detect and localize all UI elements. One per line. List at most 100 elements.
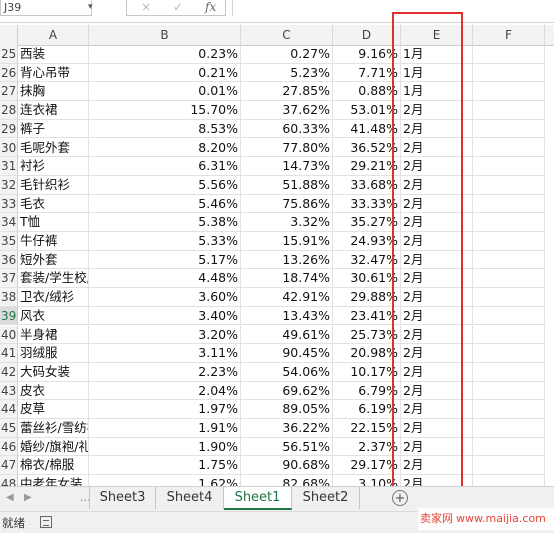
cell-d[interactable]: 33.33% (333, 194, 401, 214)
cell-d[interactable]: 24.93% (333, 232, 401, 251)
row-header[interactable]: 42 (0, 362, 18, 382)
cell-c[interactable]: 37.62% (241, 101, 333, 120)
fx-icon[interactable]: fx (205, 0, 216, 15)
column-header-e[interactable]: E (401, 25, 473, 45)
cell-a[interactable]: 婚纱/旗袍/礼服 (18, 437, 89, 457)
column-header-b[interactable]: B (89, 25, 241, 45)
cell-a[interactable]: 牛仔裤 (18, 232, 89, 251)
cell-d[interactable]: 32.47% (333, 250, 401, 270)
cell-f[interactable] (473, 269, 545, 289)
cell-f[interactable] (473, 45, 545, 64)
cell-c[interactable]: 75.86% (241, 194, 333, 214)
cell-a[interactable]: T恤 (18, 213, 89, 232)
cell-b[interactable]: 5.33% (89, 232, 241, 251)
cell-c[interactable]: 54.06% (241, 362, 333, 382)
cell-c[interactable]: 27.85% (241, 82, 333, 102)
cell-d[interactable]: 23.41% (333, 306, 401, 326)
cell-a[interactable]: 套装/学生校服 (18, 269, 89, 289)
cell-c[interactable]: 69.62% (241, 381, 333, 401)
enter-icon[interactable]: ✓ (173, 0, 183, 15)
cell-b[interactable]: 2.04% (89, 381, 241, 401)
cell-c[interactable]: 77.80% (241, 138, 333, 158)
cell-f[interactable] (473, 175, 545, 195)
cell-e[interactable]: 2月 (401, 288, 473, 307)
cell-f[interactable] (473, 419, 545, 438)
cell-e[interactable]: 2月 (401, 400, 473, 419)
cell-a[interactable]: 抹胸 (18, 82, 89, 102)
row-header[interactable]: 30 (0, 138, 18, 158)
cell-d[interactable]: 10.17% (333, 362, 401, 382)
row-header[interactable]: 39 (0, 306, 18, 326)
cell-e[interactable]: 2月 (401, 119, 473, 139)
cell-e[interactable]: 2月 (401, 381, 473, 401)
cell-d[interactable]: 29.17% (333, 456, 401, 476)
row-header[interactable]: 36 (0, 250, 18, 270)
cell-f[interactable] (473, 138, 545, 158)
cell-b[interactable]: 6.31% (89, 157, 241, 176)
cell-b[interactable]: 2.23% (89, 362, 241, 382)
tab-sheet2[interactable]: Sheet2 (292, 487, 360, 509)
cell-c[interactable]: 90.68% (241, 456, 333, 476)
cell-e[interactable]: 2月 (401, 194, 473, 214)
cell-f[interactable] (473, 306, 545, 326)
cell-a[interactable]: 背心吊带 (18, 63, 89, 83)
cell-e[interactable]: 2月 (401, 250, 473, 270)
cell-d[interactable]: 6.79% (333, 381, 401, 401)
row-header[interactable]: 29 (0, 119, 18, 139)
cell-f[interactable] (473, 250, 545, 270)
cell-d[interactable]: 29.21% (333, 157, 401, 176)
cell-b[interactable]: 5.17% (89, 250, 241, 270)
cell-f[interactable] (473, 344, 545, 363)
cell-d[interactable]: 0.88% (333, 82, 401, 102)
cell-f[interactable] (473, 157, 545, 176)
macro-record-icon[interactable] (40, 516, 52, 528)
select-all-corner[interactable] (0, 25, 18, 45)
row-header[interactable]: 28 (0, 101, 18, 120)
cell-a[interactable]: 短外套 (18, 250, 89, 270)
cell-e[interactable]: 2月 (401, 213, 473, 232)
cell-b[interactable]: 4.48% (89, 269, 241, 289)
cell-e[interactable]: 1月 (401, 45, 473, 64)
cell-d[interactable]: 2.37% (333, 437, 401, 457)
cell-b[interactable]: 3.60% (89, 288, 241, 307)
cell-a[interactable]: 蕾丝衫/雪纺衫 (18, 419, 89, 438)
cell-c[interactable]: 3.32% (241, 213, 333, 232)
cell-b[interactable]: 5.38% (89, 213, 241, 232)
row-header[interactable]: 46 (0, 437, 18, 457)
cell-f[interactable] (473, 213, 545, 232)
cell-e[interactable]: 1月 (401, 63, 473, 83)
row-header[interactable]: 25 (0, 45, 18, 64)
row-header[interactable]: 33 (0, 194, 18, 214)
column-header-a[interactable]: A (18, 25, 89, 45)
row-header[interactable]: 27 (0, 82, 18, 102)
cell-a[interactable]: 棉衣/棉服 (18, 456, 89, 476)
cell-e[interactable]: 2月 (401, 362, 473, 382)
cancel-icon[interactable]: × (141, 0, 151, 15)
cell-a[interactable]: 西装 (18, 45, 89, 64)
formula-input[interactable] (232, 0, 554, 16)
cell-f[interactable] (473, 101, 545, 120)
cell-c[interactable]: 42.91% (241, 288, 333, 307)
cell-b[interactable]: 0.21% (89, 63, 241, 83)
cell-a[interactable]: 皮衣 (18, 381, 89, 401)
cell-c[interactable]: 15.91% (241, 232, 333, 251)
cell-d[interactable]: 29.88% (333, 288, 401, 307)
cell-e[interactable]: 2月 (401, 157, 473, 176)
cell-f[interactable] (473, 82, 545, 102)
cell-e[interactable]: 2月 (401, 232, 473, 251)
cell-d[interactable]: 9.16% (333, 45, 401, 64)
cell-b[interactable]: 15.70% (89, 101, 241, 120)
cell-e[interactable]: 2月 (401, 344, 473, 363)
cell-f[interactable] (473, 288, 545, 307)
cell-f[interactable] (473, 400, 545, 419)
cell-d[interactable]: 41.48% (333, 119, 401, 139)
row-header[interactable]: 47 (0, 456, 18, 476)
cell-f[interactable] (473, 232, 545, 251)
cell-c[interactable]: 13.26% (241, 250, 333, 270)
cell-e[interactable]: 2月 (401, 419, 473, 438)
cell-d[interactable]: 25.73% (333, 325, 401, 345)
cell-c[interactable]: 18.74% (241, 269, 333, 289)
cell-d[interactable]: 35.27% (333, 213, 401, 232)
cell-a[interactable]: 毛呢外套 (18, 138, 89, 158)
cell-f[interactable] (473, 63, 545, 83)
